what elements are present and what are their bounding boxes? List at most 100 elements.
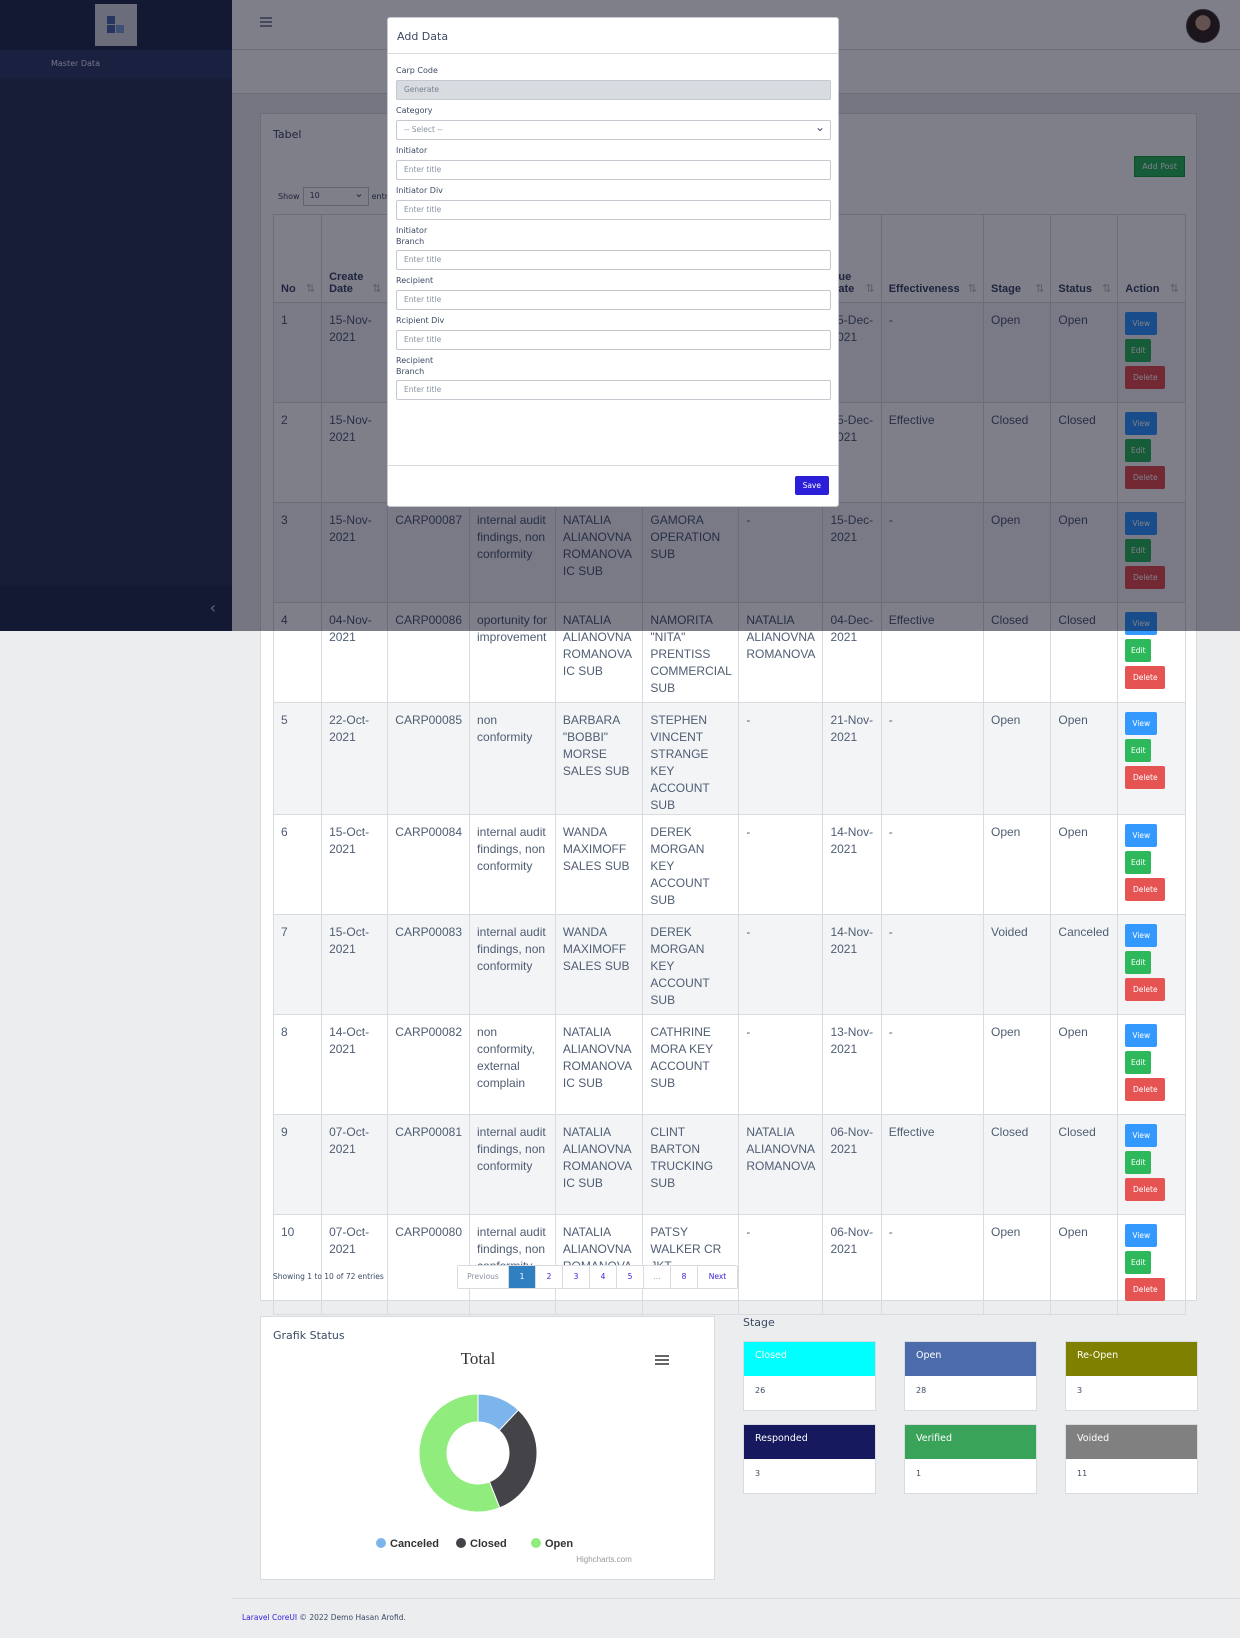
legend-label: Open [545, 1538, 573, 1550]
cell-initiator: WANDA MAXIMOFF SALES SUB [554, 914, 644, 1015]
legend-marker [376, 1538, 386, 1548]
edit-button[interactable]: Edit [1125, 639, 1152, 662]
cell-action: View Edit Delete [1117, 1214, 1186, 1315]
chart-card: Grafik Status Total Canceled Closed Open Hig… [260, 1316, 715, 1580]
stage-card: Re-Open 3 [1065, 1341, 1198, 1411]
delete-button[interactable]: Delete [1125, 978, 1166, 1001]
page-button[interactable]: 2 [536, 1266, 563, 1288]
footer-link[interactable]: Laravel CoreUI [242, 1613, 297, 1622]
stage-card: Verified 1 [904, 1424, 1037, 1494]
cell-stage: Open [982, 814, 1052, 915]
cell-effectiveness: - [880, 1214, 984, 1315]
carp-code-field: Generate [396, 80, 831, 100]
cell-code: CARP00085 [387, 702, 471, 815]
edit-button[interactable]: Edit [1125, 851, 1152, 874]
field-label: Carp Code [396, 66, 438, 75]
cell-recipient: CATHRINE MORA KEY ACCOUNT SUB [642, 1014, 740, 1115]
footer: Laravel CoreUI © 2022 Demo Hasan Arofid. [232, 1598, 1240, 1638]
cell-status: Canceled [1050, 914, 1119, 1015]
chart-credit: Highcharts.com [576, 1555, 632, 1564]
stage-card-label: Responded [744, 1425, 875, 1459]
delete-button[interactable]: Delete [1125, 878, 1166, 901]
table-row: 7 15-Oct-2021 CARP00083 internal audit find… [272, 914, 1186, 1015]
cell-no: 9 [272, 1114, 323, 1215]
edit-button[interactable]: Edit [1125, 739, 1152, 762]
cell-no: 7 [272, 914, 323, 1015]
delete-button[interactable]: Delete [1125, 766, 1166, 789]
cell-recipient: CLINT BARTON TRUCKING SUB [642, 1114, 740, 1215]
delete-button[interactable]: Delete [1125, 1278, 1166, 1301]
delete-button[interactable]: Delete [1125, 1078, 1166, 1101]
save-button[interactable]: Save [794, 476, 829, 495]
cell-category: internal audit findings, non conformity [469, 914, 556, 1015]
stage-card-label: Verified [905, 1425, 1036, 1459]
view-button[interactable]: View [1125, 924, 1158, 947]
stage-card: Voided 11 [1065, 1424, 1198, 1494]
cell-initiator: BARBARA "BOBBI" MORSE SALES SUB [554, 702, 644, 815]
edit-button[interactable]: Edit [1125, 1251, 1152, 1274]
view-button[interactable]: View [1125, 1224, 1158, 1247]
cell-verifier: NATALIA ALIANOVNA ROMANOVA [738, 1114, 824, 1215]
cell-no: 6 [272, 814, 323, 915]
footer-text: © 2022 Demo Hasan Arofid. [297, 1613, 406, 1622]
add-data-modal: Add Data Carp Code Generate Category -- Sel… [387, 17, 839, 507]
legend-label: Canceled [390, 1538, 439, 1550]
text-input[interactable]: Enter title [396, 200, 831, 220]
cell-due: 14-Nov-2021 [822, 914, 882, 1015]
view-button[interactable]: View [1125, 1124, 1158, 1147]
text-input[interactable]: Enter title [396, 290, 831, 310]
edit-button[interactable]: Edit [1125, 951, 1152, 974]
delete-button[interactable]: Delete [1125, 1178, 1166, 1201]
page-button[interactable]: 1 [509, 1266, 536, 1288]
cell-stage: Voided [982, 914, 1052, 1015]
cell-effectiveness: - [880, 702, 984, 815]
cell-stage: Open [982, 1214, 1052, 1315]
cell-recipient: STEPHEN VINCENT STRANGE KEY ACCOUNT SUB [642, 702, 740, 815]
edit-button[interactable]: Edit [1125, 1051, 1152, 1074]
cell-no: 10 [272, 1214, 323, 1315]
category-select[interactable]: -- Select -- [396, 120, 831, 140]
table-row: 9 07-Oct-2021 CARP00081 internal audit find… [272, 1114, 1186, 1215]
cell-verifier: - [738, 1214, 824, 1315]
chart-menu-icon [655, 1355, 669, 1357]
field-label: Recipient [396, 276, 434, 285]
cell-action: View Edit Delete [1117, 1114, 1186, 1215]
modal-title: Add Data [388, 18, 838, 54]
cell-date: 15-Oct-2021 [321, 914, 389, 1015]
field-label: Initiator [396, 146, 428, 155]
text-input[interactable]: Enter title [396, 330, 831, 350]
text-input[interactable]: Enter title [396, 380, 831, 400]
cell-code: CARP00084 [387, 814, 471, 915]
view-button[interactable]: View [1125, 712, 1158, 735]
chart-title: Total [461, 1349, 496, 1368]
delete-button[interactable]: Delete [1125, 666, 1166, 689]
text-input[interactable]: Enter title [396, 250, 831, 270]
previous-page-button[interactable]: Previous [458, 1266, 509, 1288]
stage-card: Responded 3 [743, 1424, 876, 1494]
field-label: Initiator Div [396, 186, 443, 195]
cell-status: Open [1050, 702, 1119, 815]
view-button[interactable]: View [1125, 1024, 1158, 1047]
cell-verifier: - [738, 814, 824, 915]
page-button[interactable]: 4 [590, 1266, 617, 1288]
page-button[interactable]: 3 [563, 1266, 590, 1288]
stage-card-value: 26 [755, 1386, 766, 1395]
edit-button[interactable]: Edit [1125, 1151, 1152, 1174]
page-button[interactable]: 8 [671, 1266, 698, 1288]
cell-category: non conformity [469, 702, 556, 815]
page-button: ... [644, 1266, 671, 1288]
cell-code: CARP00081 [387, 1114, 471, 1215]
cell-due: 21-Nov-2021 [822, 702, 882, 815]
chart-menu-icon [655, 1363, 669, 1365]
cell-no: 8 [272, 1014, 323, 1115]
text-input[interactable]: Enter title [396, 160, 831, 180]
cell-date: 07-Oct-2021 [321, 1114, 389, 1215]
cell-effectiveness: - [880, 814, 984, 915]
cell-code: CARP00082 [387, 1014, 471, 1115]
stage-card-label: Re-Open [1066, 1342, 1197, 1376]
view-button[interactable]: View [1125, 824, 1158, 847]
page-button[interactable]: 5 [617, 1266, 644, 1288]
stage-card-label: Closed [744, 1342, 875, 1376]
cell-no: 5 [272, 702, 323, 815]
next-page-button[interactable]: Next [698, 1266, 737, 1288]
